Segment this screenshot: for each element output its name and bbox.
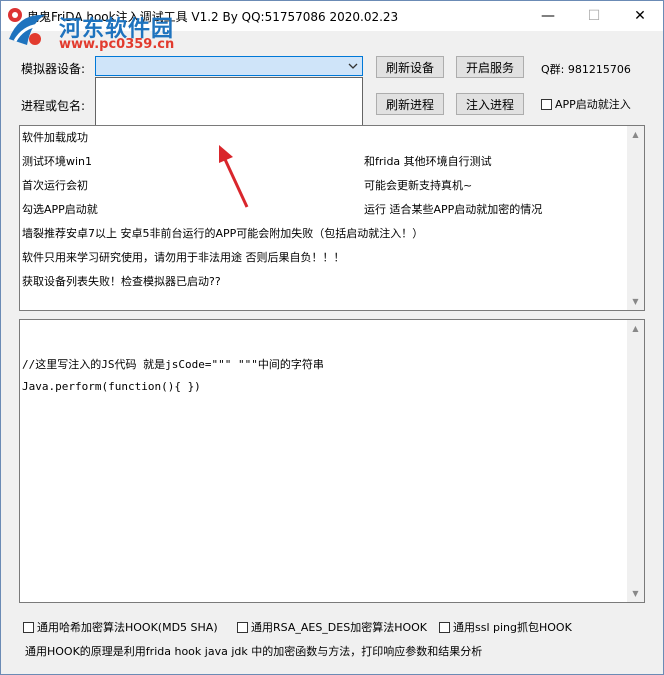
scroll-up-icon[interactable]: ▲ bbox=[627, 126, 644, 143]
scroll-down-icon[interactable]: ▼ bbox=[627, 585, 644, 602]
refresh-process-button[interactable]: 刷新进程 bbox=[376, 93, 444, 115]
chevron-down-icon[interactable] bbox=[346, 59, 360, 73]
title-bar[interactable]: 鬼鬼FriDA hook注入调试工具 V1.2 By QQ:51757086 2… bbox=[1, 1, 663, 31]
checkbox-box[interactable] bbox=[439, 621, 450, 633]
code-scrollbar[interactable]: ▲ ▼ bbox=[627, 320, 644, 602]
checkbox-box[interactable] bbox=[237, 621, 248, 633]
log-line: 测试环境win1 bbox=[22, 155, 93, 168]
ssl-hook-label: 通用ssl ping抓包HOOK bbox=[453, 621, 572, 634]
device-label: 模拟器设备: bbox=[21, 62, 86, 76]
hash-hook-checkbox[interactable]: 通用哈希加密算法HOOK(MD5 SHA) bbox=[23, 619, 218, 635]
log-line-tail: 可能会更新支持真机~ bbox=[364, 179, 473, 192]
app-start-inject-label: APP启动就注入 bbox=[555, 98, 631, 111]
watermark-url: www.pc0359.cn bbox=[59, 37, 175, 52]
footer-note: 通用HOOK的原理是利用frida hook java jdk 中的加密函数与方… bbox=[25, 645, 483, 658]
rsa-hook-checkbox[interactable]: 通用RSA_AES_DES加密算法HOOK bbox=[237, 619, 427, 635]
scroll-up-icon[interactable]: ▲ bbox=[627, 320, 644, 337]
log-line: 软件加载成功 bbox=[22, 131, 88, 144]
refresh-devices-button[interactable]: 刷新设备 bbox=[376, 56, 444, 78]
start-service-button[interactable]: 开启服务 bbox=[456, 56, 524, 78]
rsa-hook-label: 通用RSA_AES_DES加密算法HOOK bbox=[251, 621, 428, 634]
js-code-editor[interactable]: //这里写注入的JS代码 就是jsCode=""" """中间的字符串 Java… bbox=[19, 319, 645, 603]
log-line-tail: 运行 适合某些APP启动就加密的情况 bbox=[364, 203, 543, 216]
app-start-inject-checkbox[interactable]: APP启动就注入 bbox=[541, 96, 631, 112]
log-scrollbar[interactable]: ▲ ▼ bbox=[627, 126, 644, 310]
checkbox-box[interactable] bbox=[23, 621, 34, 633]
ssl-hook-checkbox[interactable]: 通用ssl ping抓包HOOK bbox=[439, 619, 572, 635]
inject-process-button[interactable]: 注入进程 bbox=[456, 93, 524, 115]
log-line: 勾选APP启动就 bbox=[22, 203, 98, 216]
code-line: //这里写注入的JS代码 就是jsCode=""" """中间的字符串 bbox=[22, 358, 324, 371]
device-combobox[interactable] bbox=[95, 56, 363, 76]
maximize-button[interactable]: ☐ bbox=[571, 1, 617, 31]
log-line: 软件只用来学习研究使用，请勿用于非法用途 否则后果自负！！！ bbox=[22, 251, 345, 264]
scroll-down-icon[interactable]: ▼ bbox=[627, 293, 644, 310]
process-label: 进程或包名: bbox=[21, 99, 86, 113]
log-line: 首次运行会初 bbox=[22, 179, 88, 192]
log-line-tail: 和frida 其他环境自行测试 bbox=[364, 155, 492, 168]
checkbox-box[interactable] bbox=[541, 98, 552, 110]
code-line: Java.perform(function(){ }) bbox=[22, 380, 201, 393]
log-output[interactable]: 软件加载成功 测试环境win1 首次运行会初 勾选APP启动就 墙裂推荐安卓7以… bbox=[19, 125, 645, 311]
main-window: 鬼鬼FriDA hook注入调试工具 V1.2 By QQ:51757086 2… bbox=[0, 0, 664, 675]
log-line: 墙裂推荐安卓7以上 安卓5非前台运行的APP可能会附加失败（包括启动就注入！） bbox=[22, 227, 424, 240]
app-icon bbox=[8, 8, 22, 22]
hash-hook-label: 通用哈希加密算法HOOK(MD5 SHA) bbox=[37, 621, 218, 634]
minimize-button[interactable]: — bbox=[525, 1, 571, 31]
window-title: 鬼鬼FriDA hook注入调试工具 V1.2 By QQ:51757086 2… bbox=[27, 10, 399, 24]
close-button[interactable]: ✕ bbox=[617, 1, 663, 31]
qq-group-label: Q群: 981215706 bbox=[541, 63, 631, 76]
log-line: 获取设备列表失败！检查模拟器已启动?? bbox=[22, 275, 221, 288]
